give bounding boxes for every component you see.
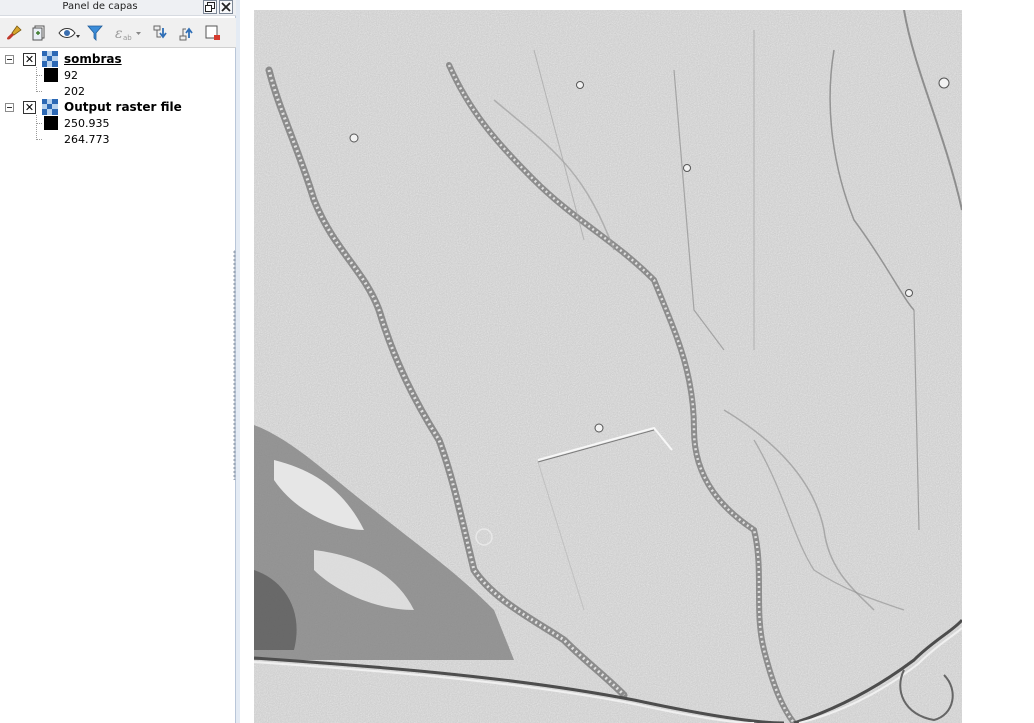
float-panel-button[interactable] xyxy=(203,0,217,14)
float-window-icon xyxy=(205,2,215,12)
svg-text:ab: ab xyxy=(123,34,132,42)
layer-row-output-raster-file[interactable]: ✕ Output raster file xyxy=(0,99,236,115)
layer-visibility-checkbox[interactable]: ✕ xyxy=(23,53,36,66)
collapse-toggle[interactable] xyxy=(5,55,14,64)
legend-label: 92 xyxy=(64,69,78,82)
panel-titlebar: Panel de capas xyxy=(0,0,236,16)
raster-layer-icon xyxy=(42,99,58,115)
splitter-grip[interactable] xyxy=(233,250,236,480)
collapse-toggle[interactable] xyxy=(5,103,14,112)
filter-legend-button[interactable] xyxy=(84,22,106,44)
add-group-icon xyxy=(32,25,45,41)
filter-expression-button[interactable]: ε ab xyxy=(112,22,144,44)
layer-name[interactable]: sombras xyxy=(64,52,122,66)
layer-row-sombras[interactable]: ✕ sombras xyxy=(0,51,236,67)
layer-name[interactable]: Output raster file xyxy=(64,100,182,114)
remove-layer-icon xyxy=(205,25,220,40)
remove-layer-button[interactable] xyxy=(202,22,224,44)
legend-item: 202 xyxy=(0,83,236,99)
legend-label: 202 xyxy=(64,85,85,98)
layer-visibility-checkbox[interactable]: ✕ xyxy=(23,101,36,114)
expression-filter-icon: ε ab xyxy=(115,26,141,42)
layers-toolbar: ε ab xyxy=(0,18,236,48)
collapse-all-button[interactable] xyxy=(176,22,198,44)
legend-item: 264.773 xyxy=(0,131,236,147)
legend-item: 92 xyxy=(0,67,236,83)
collapse-all-icon xyxy=(179,27,193,41)
style-brush-button[interactable] xyxy=(3,22,25,44)
legend-item: 250.935 xyxy=(0,115,236,131)
svg-text:ε: ε xyxy=(115,26,123,42)
map-canvas[interactable] xyxy=(240,0,1034,723)
legend-label: 250.935 xyxy=(64,117,110,130)
legend-label: 264.773 xyxy=(64,133,110,146)
hillshade-raster-image xyxy=(254,10,962,723)
filter-icon xyxy=(87,25,103,41)
legend-color-swatch xyxy=(44,68,58,82)
expand-all-button[interactable] xyxy=(150,22,172,44)
close-icon xyxy=(221,2,231,12)
expand-all-icon xyxy=(153,25,167,39)
raster-layer-icon xyxy=(42,51,58,67)
legend-color-swatch xyxy=(44,116,58,130)
eye-visibility-icon xyxy=(58,28,80,38)
add-group-button[interactable] xyxy=(28,22,50,44)
style-brush-icon xyxy=(7,25,22,40)
close-panel-button[interactable] xyxy=(219,0,233,14)
panel-title: Panel de capas xyxy=(62,1,138,12)
layers-panel: Panel de capas ε ab ✕ sombras 92 202 ✕ O… xyxy=(0,0,236,723)
map-themes-button[interactable] xyxy=(56,22,82,44)
